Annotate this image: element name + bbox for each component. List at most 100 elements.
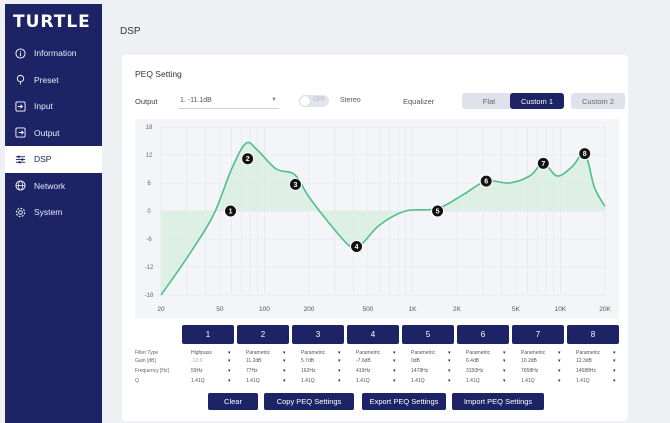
chevron-down-icon[interactable]: ▾ xyxy=(283,378,286,384)
band-2-q-value[interactable]: 1.41Q xyxy=(246,378,260,384)
chevron-down-icon[interactable]: ▾ xyxy=(283,350,286,356)
chevron-down-icon[interactable]: ▾ xyxy=(613,358,616,364)
band-8-freq-value[interactable]: 14588Hz xyxy=(576,368,596,374)
band-7-handle[interactable]: 7 xyxy=(536,156,550,170)
band-2-type-value[interactable]: Parametric xyxy=(246,350,270,356)
output-select[interactable]: 1. -11.1dB ▼ xyxy=(178,93,279,109)
band-5-type-value[interactable]: Parametric xyxy=(411,350,435,356)
chevron-down-icon[interactable]: ▾ xyxy=(228,350,231,356)
sidebar-item-information[interactable]: Information xyxy=(5,40,102,67)
band-2-freq-value[interactable]: 77Hz xyxy=(246,368,258,374)
chevron-down-icon[interactable]: ▾ xyxy=(338,378,341,384)
chevron-down-icon[interactable]: ▾ xyxy=(228,378,231,384)
toggle-knob xyxy=(300,96,310,106)
band-1-button[interactable]: 1 xyxy=(182,325,234,344)
eq-custom1-button[interactable]: Custom 1 xyxy=(510,93,564,109)
band-8-gain-value[interactable]: 12.3dB xyxy=(576,358,592,364)
band-8-button[interactable]: 8 xyxy=(567,325,619,344)
band-7-type-value[interactable]: Parametric xyxy=(521,350,545,356)
chevron-down-icon[interactable]: ▾ xyxy=(503,368,506,374)
band-6-q-value[interactable]: 1.41Q xyxy=(466,378,480,384)
chevron-down-icon[interactable]: ▾ xyxy=(448,350,451,356)
chevron-down-icon[interactable]: ▾ xyxy=(338,368,341,374)
chevron-down-icon[interactable]: ▾ xyxy=(558,368,561,374)
chevron-down-icon[interactable]: ▾ xyxy=(503,350,506,356)
chevron-down-icon[interactable]: ▾ xyxy=(558,350,561,356)
chevron-down-icon[interactable]: ▾ xyxy=(393,350,396,356)
sidebar-item-system[interactable]: System xyxy=(5,199,102,226)
band-8-type-value[interactable]: Parametric xyxy=(576,350,600,356)
band-5-button[interactable]: 5 xyxy=(402,325,454,344)
band-1-type-value[interactable]: Highpass xyxy=(191,350,212,356)
sidebar-item-input[interactable]: Input xyxy=(5,93,102,120)
chevron-down-icon[interactable]: ▾ xyxy=(613,350,616,356)
eq-chart[interactable]: 18 12 6 0 -6 -12 -18 20 50 100 200 500 1K 2K 5K 10K 20K 1… xyxy=(135,119,619,319)
clear-button[interactable]: Clear xyxy=(208,393,258,410)
band-7-freq-value[interactable]: 7658Hz xyxy=(521,368,538,374)
band-3-type-value[interactable]: Parametric xyxy=(301,350,325,356)
band-7-q-value[interactable]: 1.41Q xyxy=(521,378,535,384)
chevron-down-icon[interactable]: ▾ xyxy=(613,368,616,374)
band-4-button[interactable]: 4 xyxy=(347,325,399,344)
chevron-down-icon[interactable]: ▾ xyxy=(503,378,506,384)
chevron-down-icon[interactable]: ▾ xyxy=(338,350,341,356)
chevron-down-icon[interactable]: ▾ xyxy=(393,368,396,374)
band-4-type-value[interactable]: Parametric xyxy=(356,350,380,356)
x-tick-label: 100 xyxy=(259,306,270,313)
export-peq-button[interactable]: Export PEQ Settings xyxy=(362,393,446,410)
band-1-freq-value[interactable]: 59Hz xyxy=(191,368,203,374)
band-2-button[interactable]: 2 xyxy=(237,325,289,344)
band-4-handle[interactable]: 4 xyxy=(350,239,364,253)
band-3-freq-value[interactable]: 162Hz xyxy=(301,368,315,374)
band-1-q-value[interactable]: 1.41Q xyxy=(191,378,205,384)
chevron-down-icon[interactable]: ▾ xyxy=(558,358,561,364)
sliders-icon xyxy=(14,153,26,165)
chevron-down-icon[interactable]: ▾ xyxy=(393,358,396,364)
band-6-handle[interactable]: 6 xyxy=(479,174,493,188)
band-8-q-value[interactable]: 1.41Q xyxy=(576,378,590,384)
eq-custom2-button[interactable]: Custom 2 xyxy=(571,93,625,109)
chevron-down-icon[interactable]: ▾ xyxy=(283,358,286,364)
chevron-down-icon[interactable]: ▾ xyxy=(448,378,451,384)
import-peq-button[interactable]: Import PEQ Settings xyxy=(452,393,544,410)
band-1-gain-value[interactable]: -12.0 xyxy=(191,358,202,364)
sidebar-item-output[interactable]: Output xyxy=(5,120,102,147)
band-4-q-value[interactable]: 1.41Q xyxy=(356,378,370,384)
band-5-handle[interactable]: 5 xyxy=(431,204,445,218)
band-5-q-value[interactable]: 1.41Q xyxy=(411,378,425,384)
copy-peq-button[interactable]: Copy PEQ Settings xyxy=(264,393,354,410)
band-2-handle[interactable]: 2 xyxy=(241,152,255,166)
chevron-down-icon[interactable]: ▾ xyxy=(613,378,616,384)
chevron-down-icon[interactable]: ▾ xyxy=(283,368,286,374)
band-8-handle[interactable]: 8 xyxy=(578,147,592,161)
chevron-down-icon[interactable]: ▾ xyxy=(228,368,231,374)
chevron-down-icon[interactable]: ▾ xyxy=(503,358,506,364)
band-3-handle[interactable]: 3 xyxy=(288,177,302,191)
band-5-freq-value[interactable]: 1478Hz xyxy=(411,368,428,374)
band-7-button[interactable]: 7 xyxy=(512,325,564,344)
band-4-gain-value[interactable]: -7.6dB xyxy=(356,358,371,364)
chevron-down-icon[interactable]: ▾ xyxy=(393,378,396,384)
band-2-gain-value[interactable]: 11.2dB xyxy=(246,358,261,364)
band-6-type-value[interactable]: Parametric xyxy=(466,350,490,356)
band-5-gain-value[interactable]: 0dB xyxy=(411,358,420,364)
stereo-toggle[interactable]: OFF xyxy=(299,95,329,107)
sidebar-item-preset[interactable]: Preset xyxy=(5,67,102,94)
chevron-down-icon[interactable]: ▾ xyxy=(338,358,341,364)
band-3-q-value[interactable]: 1.41Q xyxy=(301,378,315,384)
band-3-gain-value[interactable]: 5.7dB xyxy=(301,358,314,364)
band-7-gain-value[interactable]: 10.2dB xyxy=(521,358,537,364)
chevron-down-icon[interactable]: ▾ xyxy=(448,358,451,364)
band-6-button[interactable]: 6 xyxy=(457,325,509,344)
band-6-freq-value[interactable]: 3150Hz xyxy=(466,368,483,374)
band-4-freq-value[interactable]: 419Hz xyxy=(356,368,370,374)
sidebar-item-network[interactable]: Network xyxy=(5,173,102,200)
band-3-button[interactable]: 3 xyxy=(292,325,344,344)
chevron-down-icon[interactable]: ▾ xyxy=(228,358,231,364)
band-6-gain-value[interactable]: 6.4dB xyxy=(466,358,479,364)
band-1-handle[interactable]: 1 xyxy=(224,204,238,218)
sidebar-item-dsp[interactable]: DSP xyxy=(5,146,102,173)
chevron-down-icon[interactable]: ▾ xyxy=(448,368,451,374)
eq-flat-button[interactable]: Flat xyxy=(462,93,516,109)
chevron-down-icon[interactable]: ▾ xyxy=(558,378,561,384)
